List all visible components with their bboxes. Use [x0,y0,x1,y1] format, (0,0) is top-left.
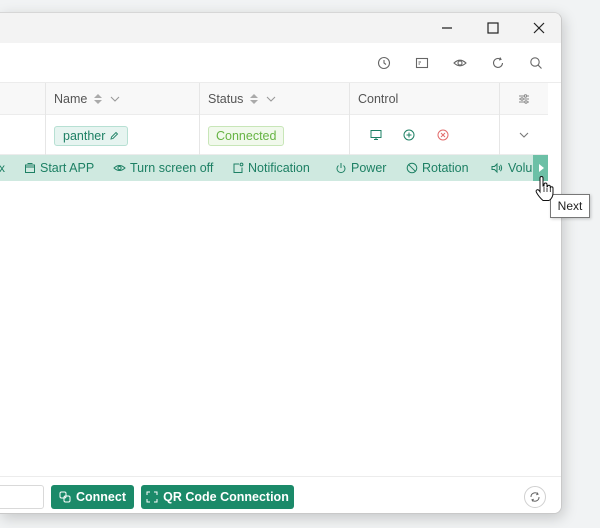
action-label: Start APP [40,161,95,175]
history-button[interactable] [374,53,394,73]
maximize-button[interactable] [470,13,516,43]
column-name[interactable]: Name [45,83,199,115]
close-button[interactable] [516,13,561,43]
footer-bar: Connect QR Code Connection [0,476,561,513]
add-button[interactable] [402,128,416,142]
action-power[interactable]: Power [335,155,386,181]
maximize-icon [487,22,499,34]
eye-icon [453,59,467,67]
plus-circle-icon [403,129,415,141]
rotation-icon [406,162,418,174]
column-settings-icon [519,94,529,104]
action-label: Notification [248,161,310,175]
ip-address-input[interactable] [0,485,44,509]
column-status-label: Status [208,92,244,106]
refresh-button[interactable] [524,486,546,508]
sort-icon[interactable] [93,93,103,105]
action-label: Power [351,161,387,175]
link-icon [59,491,71,503]
refresh-devices-button[interactable] [488,53,508,73]
hand-cursor-icon [535,176,554,201]
action-label: Volu [508,161,533,175]
table-row: panther Connected [0,115,548,155]
title-bar [0,13,561,43]
search-button[interactable] [526,53,546,73]
chevron-down-icon [519,132,529,138]
action-turn-screen-off[interactable]: Turn screen off [113,155,213,181]
action-start-app[interactable]: Start APP [24,155,94,181]
monitor-icon [370,130,382,140]
close-icon [533,22,545,34]
qr-code-connection-button[interactable]: QR Code Connection [141,485,294,509]
mirror-device-button[interactable] [369,128,383,142]
qr-label: QR Code Connection [163,490,289,504]
reload-icon [492,57,504,68]
column-control: Control [349,83,499,115]
column-control-label: Control [358,92,399,106]
mirror-button[interactable] [412,53,432,73]
top-toolbar [0,43,561,83]
connect-button[interactable]: Connect [51,485,134,509]
table-header: Name Status Control [0,83,548,115]
action-label: Rotation [422,161,469,175]
connect-label: Connect [76,490,126,504]
device-action-bar: x Start APP Turn screen off Notification… [0,155,548,181]
power-icon [336,163,346,174]
eye-icon [113,165,126,171]
app-window: Name Status Control panther Connected St… [0,12,562,514]
status-badge: Connected [208,126,285,146]
truncated-action-icon: x [0,161,5,175]
app-icon [25,163,35,173]
caret-right-icon [538,164,544,172]
column-settings[interactable] [499,83,548,115]
clock-icon [377,56,391,70]
action-volume[interactable]: Volu [491,155,532,181]
search-icon [530,57,542,69]
edit-icon[interactable] [109,131,119,141]
expand-row-button[interactable] [517,128,531,142]
column-name-label: Name [54,92,88,106]
action-label: Turn screen off [130,161,214,175]
action-rotation[interactable]: Rotation [406,155,469,181]
filter-chevron-icon[interactable] [109,93,121,105]
minimize-button[interactable] [424,13,470,43]
tooltip-text: Next [557,199,583,213]
scan-icon [146,491,158,503]
filter-chevron-icon[interactable] [265,93,277,105]
sort-icon[interactable] [249,93,259,105]
sync-icon [530,492,540,502]
disconnect-button[interactable] [436,128,450,142]
status-label: Connected [216,129,277,143]
notification-icon [233,162,244,173]
volume-icon [491,162,503,174]
device-name: panther [63,129,106,143]
cast-icon [415,57,429,69]
close-circle-icon [437,129,449,141]
next-tooltip: Next [550,194,590,218]
view-button[interactable] [450,53,470,73]
column-status[interactable]: Status [199,83,349,115]
device-name-tag[interactable]: panther [54,126,129,146]
action-notification[interactable]: Notification [232,155,310,181]
minimize-icon [442,27,452,29]
